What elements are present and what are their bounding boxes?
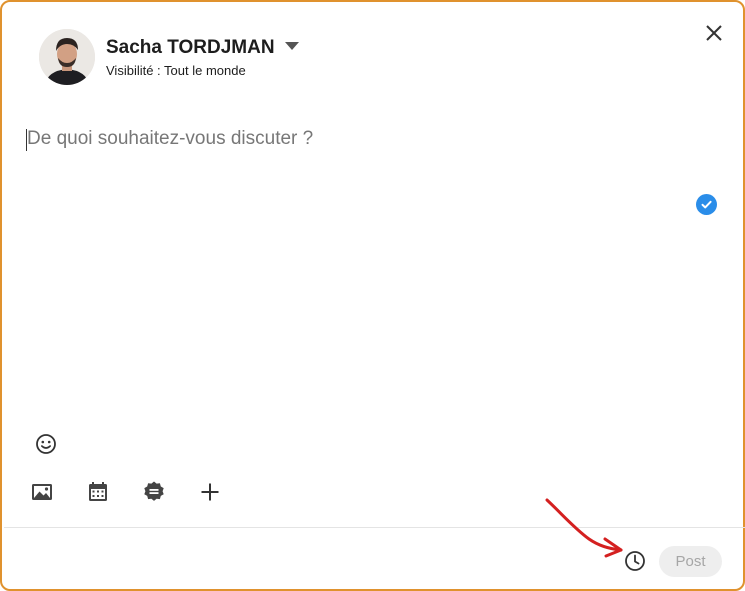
avatar-photo [39, 29, 95, 85]
visibility-selector[interactable]: Visibilité : Tout le monde [106, 63, 246, 78]
annotation-arrow [545, 498, 623, 558]
plus-icon [201, 483, 219, 501]
close-button[interactable] [700, 19, 728, 47]
calendar-icon [89, 482, 107, 501]
post-button[interactable]: Post [659, 546, 722, 577]
schedule-post-button[interactable] [621, 547, 649, 575]
check-icon [696, 194, 717, 215]
post-placeholder: De quoi souhaitez-vous discuter ? [27, 128, 314, 149]
emoji-button[interactable] [32, 430, 60, 458]
post-text-area[interactable] [24, 122, 684, 402]
more-options-button[interactable] [196, 478, 224, 506]
author-name[interactable]: Sacha TORDJMAN [106, 37, 275, 59]
image-icon [32, 484, 52, 500]
avatar[interactable] [39, 29, 95, 85]
chevron-down-icon[interactable] [285, 42, 299, 50]
footer-divider [4, 527, 745, 528]
celebrate-button[interactable] [140, 478, 168, 506]
add-media-button[interactable] [28, 478, 56, 506]
create-event-button[interactable] [84, 478, 112, 506]
post-composer-dialog: Sacha TORDJMAN Visibilité : Tout le mond… [0, 0, 745, 591]
close-icon [706, 25, 722, 41]
clock-icon [625, 551, 645, 571]
badge-icon [144, 481, 164, 501]
emoji-icon [36, 434, 56, 454]
